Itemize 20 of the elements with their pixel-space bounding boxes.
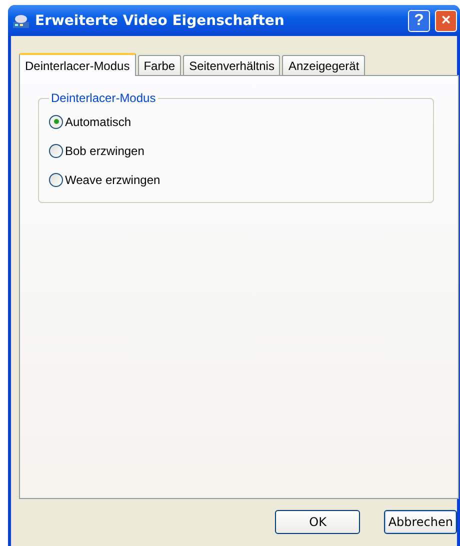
option-label: Weave erzwingen	[65, 172, 160, 186]
tab[interactable]: Deinterlacer-Modus	[19, 53, 136, 76]
radio-option[interactable]: Automatisch	[49, 107, 423, 136]
dialog-button[interactable]: Abbrechen	[384, 510, 457, 534]
tab[interactable]: Anzeigegerät	[282, 55, 366, 75]
video-icon	[12, 12, 30, 28]
radio-button[interactable]	[49, 144, 63, 158]
window-title: Erweiterte Video Eigenschaften	[35, 12, 286, 28]
tab[interactable]: Farbe	[138, 55, 182, 75]
help-button[interactable]: ?	[408, 10, 430, 32]
close-button[interactable]: ×	[435, 10, 457, 32]
dialog-button[interactable]: OK	[275, 510, 360, 534]
radio-option[interactable]: Bob erzwingen	[49, 136, 423, 165]
radio-button[interactable]	[49, 114, 63, 128]
radio-button[interactable]	[49, 172, 63, 186]
group-title: Deinterlacer-Modus	[50, 91, 157, 105]
option-label: Bob erzwingen	[65, 144, 144, 158]
tab[interactable]: Seitenverhältnis	[183, 55, 280, 75]
radio-option[interactable]: Weave erzwingen	[49, 165, 423, 194]
option-label: Automatisch	[65, 114, 132, 128]
